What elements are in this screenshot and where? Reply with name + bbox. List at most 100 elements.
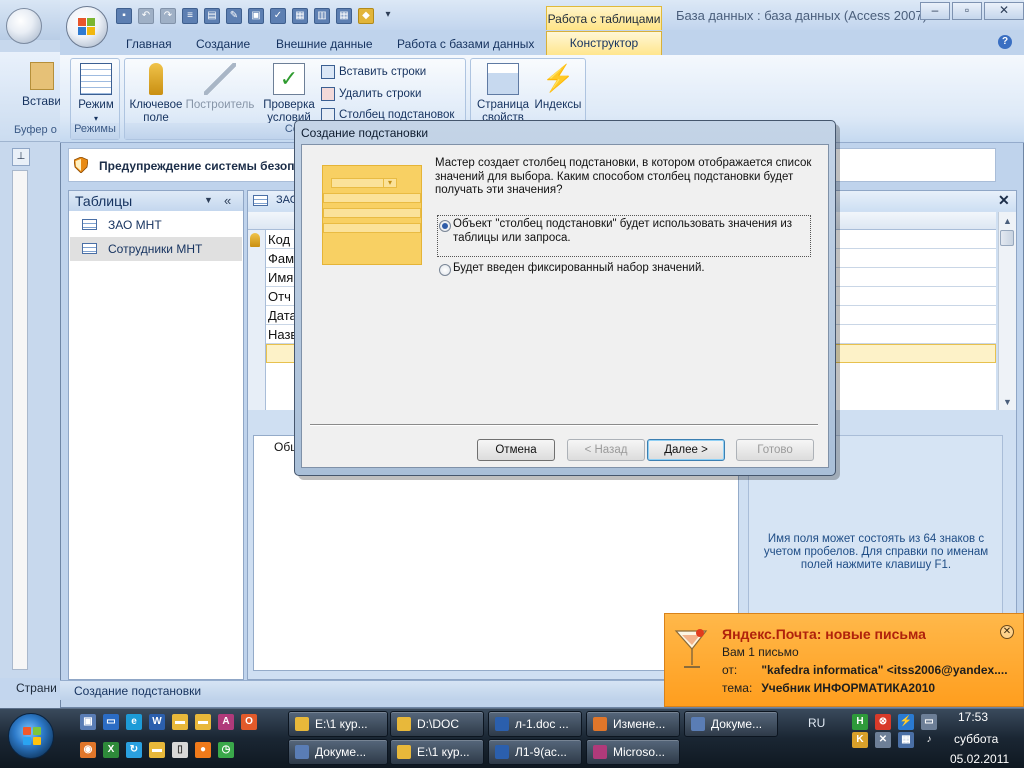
taskbar-button[interactable]: Докуме... [288, 739, 388, 765]
nav-pane-header[interactable]: Таблицы [69, 191, 243, 211]
view-mode-label: Режим [78, 99, 114, 111]
tab-home[interactable]: Главная [118, 33, 180, 55]
radio-table-or-query[interactable] [439, 220, 451, 232]
tab-external-data[interactable]: Внешние данные [268, 33, 381, 55]
stop-tray-icon[interactable]: ⊗ [875, 714, 891, 730]
option-fixed-values-label[interactable]: Будет введен фиксированный набор значени… [453, 262, 805, 276]
clock-time[interactable]: 17:53 [958, 710, 988, 724]
taskbar-button[interactable]: л-1.doc ... [488, 711, 582, 737]
chevron-down-icon[interactable]: ▼ [204, 195, 216, 207]
insert-rows-button[interactable]: Вставить строки [321, 63, 426, 81]
radio-fixed-values[interactable] [439, 264, 451, 276]
form-icon[interactable]: ▤ [204, 8, 220, 24]
delete-rows-label: Удалить строки [339, 88, 422, 100]
cocktail-glass-icon [674, 629, 708, 668]
property-sheet-icon [487, 63, 519, 95]
shield-icon [74, 157, 88, 173]
taskbar-button[interactable]: Докуме... [684, 711, 778, 737]
ie-icon[interactable]: e [126, 714, 142, 730]
lightning-tray-icon[interactable]: ⚡ [898, 714, 914, 730]
vertical-ruler [12, 170, 28, 670]
nav-item-sotrudniki-mnt[interactable]: Сотрудники МНТ [70, 237, 242, 261]
property-sheet-button[interactable]: Страница свойств [473, 63, 533, 125]
minimize-button[interactable]: – [920, 2, 950, 20]
folder-icon[interactable]: ▬ [172, 714, 188, 730]
network-icon[interactable]: ▭ [921, 714, 937, 730]
view-mode-button[interactable]: Режим ▾ [73, 63, 119, 125]
folder-icon[interactable]: ▬ [195, 714, 211, 730]
excel-icon[interactable]: X [103, 742, 119, 758]
table-icon [253, 195, 268, 206]
indexes-button[interactable]: ⚡ Индексы [533, 63, 583, 112]
taskbar-button[interactable]: D:\DOC [390, 711, 484, 737]
x-tray-icon[interactable]: ✕ [875, 732, 891, 748]
close-button[interactable]: ✕ [984, 2, 1024, 20]
folder-icon[interactable]: ▬ [149, 742, 165, 758]
undo-icon[interactable]: ↶ [138, 8, 154, 24]
cancel-button[interactable]: Отмена [477, 439, 555, 461]
scroll-thumb[interactable] [1000, 230, 1014, 246]
taskbar-button[interactable]: E:\1 кур... [390, 739, 484, 765]
picture-icon[interactable]: ▣ [248, 8, 264, 24]
report-icon[interactable]: ▦ [292, 8, 308, 24]
language-indicator[interactable]: RU [808, 716, 825, 730]
collapse-pane-icon[interactable]: « [224, 193, 231, 208]
save-icon[interactable]: ▪ [116, 8, 132, 24]
properties-help-text: Имя поля может состоять из 64 знаков с у… [763, 533, 989, 571]
taskbar-button-label: Докуме... [315, 745, 367, 759]
primary-key-button[interactable]: Ключевое поле [127, 63, 185, 125]
clock-icon[interactable]: ◷ [218, 742, 234, 758]
close-icon[interactable]: ✕ [1000, 625, 1014, 639]
test-rules-button[interactable]: ✓ Проверка условий [259, 63, 319, 125]
scroll-down-arrow-icon[interactable]: ▼ [1003, 397, 1012, 407]
document-icon[interactable]: ▯ [172, 742, 188, 758]
folder-icon [397, 745, 411, 759]
windows-logo-icon [23, 727, 41, 745]
office-button[interactable] [66, 6, 108, 48]
table-icon[interactable]: ▥ [314, 8, 330, 24]
monitor-icon[interactable]: ▭ [103, 714, 119, 730]
ruler-toggle-button[interactable]: ⊥ [12, 148, 30, 166]
taskbar-button[interactable]: Измене... [586, 711, 680, 737]
align-icon[interactable]: ≡ [182, 8, 198, 24]
toolbar-tray-icon[interactable]: ▦ [898, 732, 914, 748]
k-tray-icon[interactable]: K [852, 732, 868, 748]
delete-rows-button[interactable]: Удалить строки [321, 85, 421, 103]
gold-icon[interactable]: ◆ [358, 8, 374, 24]
volume-icon[interactable]: ♪ [921, 732, 937, 748]
tab-create[interactable]: Создание [188, 33, 258, 55]
nav-item-zao-mnt[interactable]: ЗАО МНТ [70, 213, 242, 237]
refresh-icon[interactable]: ↻ [126, 742, 142, 758]
show-desktop-icon[interactable]: ▣ [80, 714, 96, 730]
grid-icon[interactable]: ▦ [336, 8, 352, 24]
customize-qat-icon[interactable]: ▾ [380, 8, 396, 24]
tab-design[interactable]: Конструктор [546, 31, 662, 56]
h-tray-icon[interactable]: H [852, 714, 868, 730]
checkmark-icon[interactable]: ✓ [270, 8, 286, 24]
access-icon[interactable]: A [218, 714, 234, 730]
tools-icon[interactable]: ✎ [226, 8, 242, 24]
builder-button[interactable]: Построитель [185, 63, 255, 112]
help-icon[interactable]: ? [998, 35, 1012, 49]
taskbar-button[interactable]: Microso... [586, 739, 680, 765]
media-icon[interactable]: ● [195, 742, 211, 758]
background-office-button[interactable] [6, 8, 42, 44]
scroll-up-arrow-icon[interactable]: ▲ [1003, 216, 1012, 226]
next-button[interactable]: Далее > [647, 439, 725, 461]
opera-icon[interactable]: O [241, 714, 257, 730]
redo-icon[interactable]: ↷ [160, 8, 176, 24]
firefox-icon [593, 717, 607, 731]
maximize-button[interactable]: ▫ [952, 2, 982, 20]
notification-subject-line: тема: Учебник ИНФОРМАТИКА2010 [722, 681, 935, 695]
start-button[interactable] [8, 713, 54, 759]
close-icon[interactable]: ✕ [998, 192, 1010, 209]
option-table-or-query-label[interactable]: Объект "столбец подстановки" будет испол… [453, 218, 805, 245]
word-icon[interactable]: W [149, 714, 165, 730]
back-button[interactable]: < Назад [567, 439, 645, 461]
finish-button[interactable]: Готово [736, 439, 814, 461]
notification-title[interactable]: Яндекс.Почта: новые письма [722, 626, 926, 642]
tab-database-tools[interactable]: Работа с базами данных [389, 33, 542, 55]
firefox-icon[interactable]: ◉ [80, 742, 96, 758]
taskbar-button[interactable]: Л1-9(ас... [488, 739, 582, 765]
taskbar-button[interactable]: E:\1 кур... [288, 711, 388, 737]
